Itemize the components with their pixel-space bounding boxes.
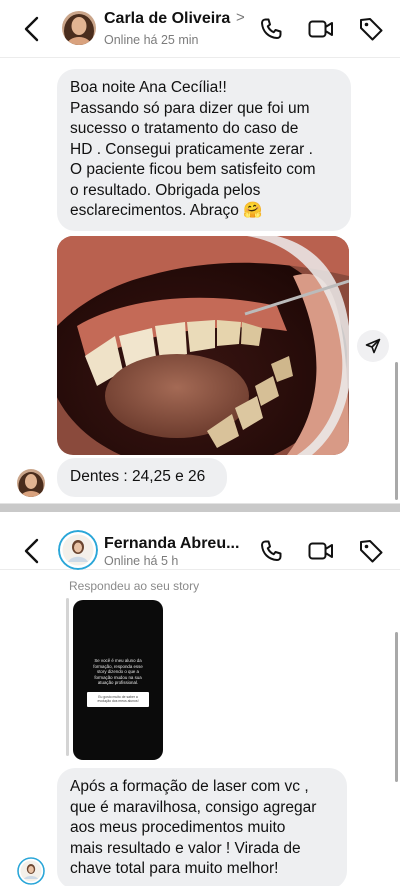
message-bubble[interactable]: Dentes : 24,25 e 26 [57, 458, 227, 497]
message-bubble[interactable]: Após a formação de laser com vc , que é … [57, 768, 347, 886]
story-caption-text: Eu gosto muito de saber a evolução dos m… [97, 695, 139, 704]
story-caption-box: Eu gosto muito de saber a evolução dos m… [87, 692, 149, 707]
screenshot-divider [0, 503, 400, 512]
tag-button[interactable] [357, 537, 385, 565]
chat-header: Carla de Oliveira > Online há 25 min [0, 0, 400, 58]
back-icon [24, 16, 39, 42]
share-icon [365, 338, 381, 354]
sender-avatar[interactable] [17, 857, 45, 885]
share-button[interactable] [357, 330, 389, 362]
online-status: Online há 5 h [104, 554, 179, 568]
tag-button[interactable] [357, 15, 385, 43]
reply-indicator-bar [66, 598, 69, 756]
message-photo[interactable] [57, 236, 349, 455]
call-button[interactable] [257, 15, 285, 43]
scrollbar[interactable] [395, 632, 398, 782]
tag-icon [360, 18, 383, 41]
phone-icon [261, 540, 282, 561]
call-button[interactable] [257, 537, 285, 565]
video-call-button[interactable] [307, 15, 335, 43]
scrollbar[interactable] [395, 362, 398, 500]
video-call-button[interactable] [307, 537, 335, 565]
chat-panel-bottom: Fernanda Abreu... Online há 5 h Responde… [0, 512, 400, 886]
phone-icon [261, 18, 282, 39]
message-text: Boa noite Ana Cecília!! Passando só para… [70, 79, 316, 219]
contact-avatar[interactable] [58, 530, 98, 570]
message-text: Dentes : 24,25 e 26 [70, 468, 206, 485]
story-reply-label: Respondeu ao seu story [69, 579, 200, 593]
online-status: Online há 25 min [104, 33, 199, 47]
video-icon [308, 20, 333, 38]
chat-panel-top: Carla de Oliveira > Online há 25 min Boa… [0, 0, 400, 503]
message-text: Após a formação de laser com vc , que é … [70, 778, 317, 877]
back-icon [24, 538, 39, 564]
contact-name[interactable]: Fernanda Abreu... [104, 535, 239, 553]
chevron-right-icon[interactable]: > [236, 9, 245, 26]
video-icon [308, 542, 333, 560]
contact-name[interactable]: Carla de Oliveira [104, 10, 230, 28]
back-button[interactable] [20, 536, 46, 566]
tag-icon [360, 540, 383, 563]
chat-header: Fernanda Abreu... Online há 5 h [0, 512, 400, 570]
contact-avatar[interactable] [62, 11, 96, 45]
message-bubble[interactable]: Boa noite Ana Cecília!! Passando só para… [57, 69, 351, 231]
story-text: Se você é meu aluno da formação, respond… [93, 658, 143, 685]
back-button[interactable] [20, 14, 46, 44]
sender-avatar[interactable] [17, 469, 45, 497]
story-preview[interactable]: Se você é meu aluno da formação, respond… [73, 600, 163, 760]
